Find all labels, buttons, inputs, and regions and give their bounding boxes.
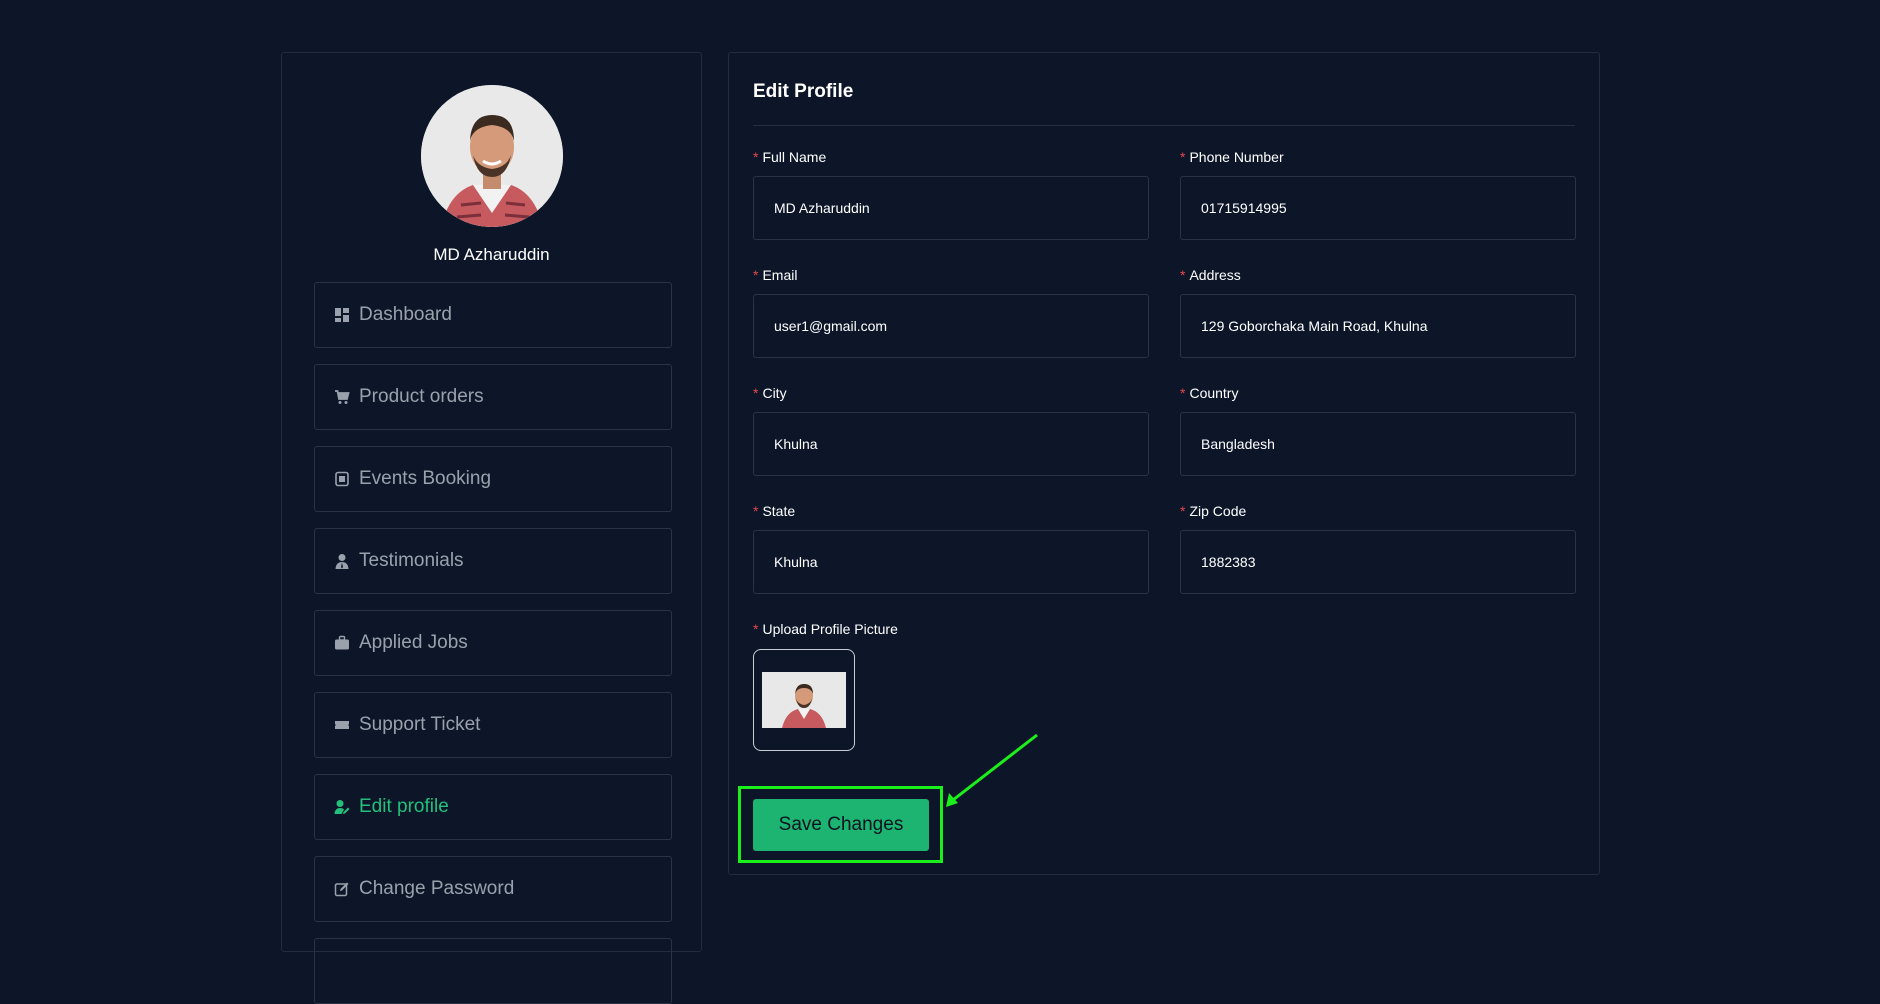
divider	[753, 125, 1575, 126]
profile-sidebar: MD Azharuddin Dashboard Product orders E…	[281, 52, 702, 1004]
email-input[interactable]	[753, 294, 1149, 358]
sidebar-item-label: Edit profile	[359, 796, 449, 817]
state-input[interactable]	[753, 530, 1149, 594]
required-mark: *	[1180, 385, 1186, 401]
upload-label: * Upload Profile Picture	[753, 621, 898, 637]
sidebar-item-label: Dashboard	[359, 304, 452, 325]
sidebar-item-label: Testimonials	[359, 550, 464, 571]
sidebar-item-label: Support Ticket	[359, 714, 481, 735]
country-label: * Country	[1180, 385, 1239, 401]
page-title: Edit Profile	[753, 81, 854, 102]
sidebar-item-product-orders[interactable]: Product orders	[314, 364, 672, 430]
address-label: * Address	[1180, 267, 1241, 283]
avatar	[421, 85, 563, 227]
required-mark: *	[753, 503, 759, 519]
full-name-label: * Full Name	[753, 149, 827, 165]
state-label: * State	[753, 503, 796, 519]
sidebar-item-applied-jobs[interactable]: Applied Jobs	[314, 610, 672, 676]
country-input[interactable]	[1180, 412, 1576, 476]
sidebar-item-label: Product orders	[359, 386, 484, 407]
briefcase-icon	[335, 635, 349, 650]
sidebar-item-testimonials[interactable]: Testimonials	[314, 528, 672, 594]
zip-code-label: * Zip Code	[1180, 503, 1247, 519]
dashboard-icon	[335, 308, 349, 322]
city-label: * City	[753, 385, 787, 401]
user-tie-icon	[335, 554, 349, 569]
zip-code-input[interactable]	[1180, 530, 1576, 594]
cart-icon	[335, 390, 350, 404]
required-mark: *	[1180, 267, 1186, 283]
required-mark: *	[1180, 149, 1186, 165]
required-mark: *	[1180, 503, 1186, 519]
profile-picture-upload[interactable]	[753, 649, 855, 751]
sidebar-item-next[interactable]	[314, 938, 672, 1004]
booking-icon	[335, 471, 349, 487]
edit-profile-panel: Edit Profile *Full Name *Phone Number *E…	[728, 52, 1600, 875]
sidebar-item-edit-profile[interactable]: Edit profile	[314, 774, 672, 840]
phone-number-input[interactable]	[1180, 176, 1576, 240]
profile-picture-thumbnail	[762, 672, 846, 728]
avatar-photo	[421, 85, 563, 227]
sidebar-item-events-booking[interactable]: Events Booking	[314, 446, 672, 512]
required-mark: *	[753, 385, 759, 401]
required-mark: *	[753, 267, 759, 283]
edit-icon	[334, 882, 349, 897]
sidebar-item-label: Change Password	[359, 878, 515, 899]
email-label: * Email	[753, 267, 798, 283]
user-name: MD Azharuddin	[433, 245, 550, 264]
required-mark: *	[753, 149, 759, 165]
city-input[interactable]	[753, 412, 1149, 476]
phone-number-label: * Phone Number	[1180, 149, 1284, 165]
required-mark: *	[753, 621, 759, 637]
sidebar-item-support-ticket[interactable]: Support Ticket	[314, 692, 672, 758]
address-input[interactable]	[1180, 294, 1576, 358]
user-edit-icon	[334, 800, 350, 814]
sidebar-item-label: Events Booking	[359, 468, 492, 489]
full-name-input[interactable]	[753, 176, 1149, 240]
sidebar-item-dashboard[interactable]: Dashboard	[314, 282, 672, 348]
sidebar-item-label: Applied Jobs	[359, 632, 468, 653]
save-changes-button[interactable]: Save Changes	[753, 799, 929, 851]
sidebar-item-change-password[interactable]: Change Password	[314, 856, 672, 922]
ticket-icon	[335, 721, 349, 729]
